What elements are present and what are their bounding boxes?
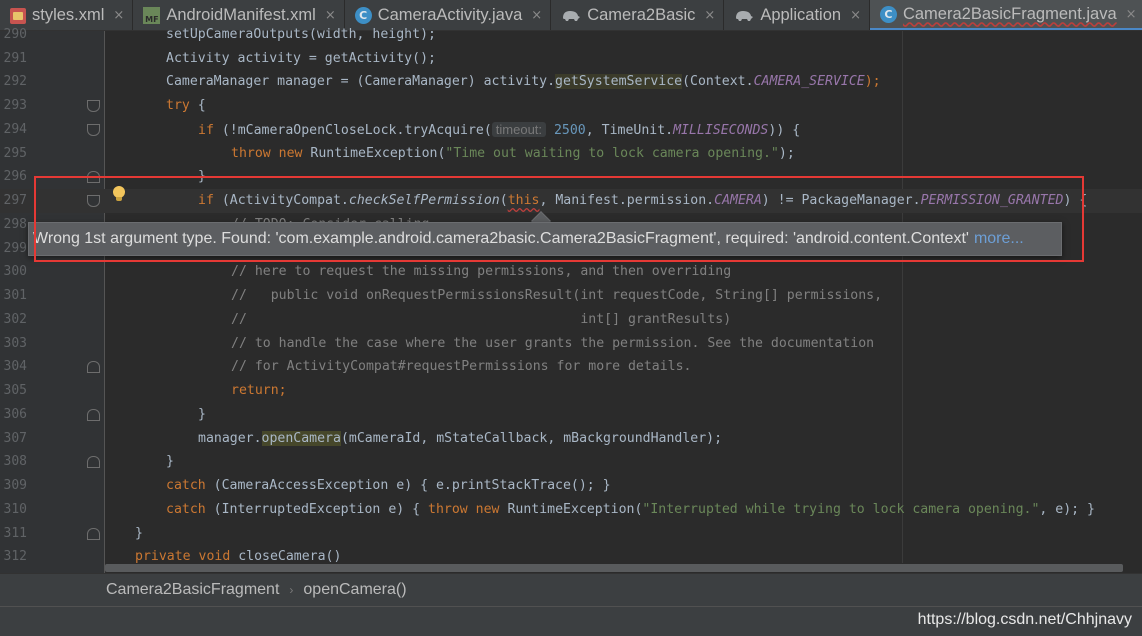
code-line[interactable]: 306 }: [0, 403, 1142, 427]
code-text[interactable]: // public void onRequestPermissionsResul…: [231, 284, 882, 308]
breadcrumb-item-class[interactable]: Camera2BasicFragment: [106, 581, 279, 598]
code-line[interactable]: 312 private void closeCamera(): [0, 545, 1142, 563]
line-number: 293: [3, 98, 27, 113]
code-line[interactable]: 308 }: [0, 450, 1142, 474]
code-line[interactable]: 304 // for ActivityCompat#requestPermiss…: [0, 355, 1142, 379]
code-text[interactable]: // int[] grantResults): [231, 308, 731, 332]
code-text[interactable]: return;: [231, 379, 287, 403]
code-text[interactable]: if (!mCameraOpenCloseLock.tryAcquire(tim…: [198, 118, 800, 143]
fold-marker-icon[interactable]: [87, 124, 100, 136]
code-text[interactable]: throw new RuntimeException("Time out wai…: [231, 142, 795, 166]
fold-marker-icon[interactable]: [87, 100, 100, 112]
code-text[interactable]: // here to request the missing permissio…: [231, 260, 731, 284]
line-number: 302: [3, 312, 27, 327]
code-text[interactable]: setUpCameraOutputs(width, height);: [166, 23, 436, 47]
line-number: 306: [3, 407, 27, 422]
code-line[interactable]: 300 // here to request the missing permi…: [0, 260, 1142, 284]
code-line[interactable]: 307 manager.openCamera(mCameraId, mState…: [0, 427, 1142, 451]
line-number: 304: [3, 359, 27, 374]
fold-marker-icon[interactable]: [87, 456, 100, 468]
code-text[interactable]: }: [135, 522, 143, 546]
line-number: 309: [3, 478, 27, 493]
code-text[interactable]: }: [166, 450, 174, 474]
line-number: 297: [3, 193, 27, 208]
code-text[interactable]: Activity activity = getActivity();: [166, 47, 436, 71]
line-number: 303: [3, 336, 27, 351]
code-text[interactable]: // to handle the case where the user gra…: [231, 332, 874, 356]
line-number: 298: [3, 217, 27, 232]
line-number: 301: [3, 288, 27, 303]
java-class-icon: C: [879, 5, 897, 23]
close-icon[interactable]: ×: [325, 8, 336, 23]
watermark-text: https://blog.csdn.net/Chhjnavy: [917, 611, 1132, 628]
code-line[interactable]: 301 // public void onRequestPermissionsR…: [0, 284, 1142, 308]
code-text[interactable]: manager.openCamera(mCameraId, mStateCall…: [198, 427, 722, 451]
line-number: 292: [3, 74, 27, 89]
close-icon[interactable]: ×: [113, 8, 124, 23]
code-text[interactable]: catch (CameraAccessException e) { e.prin…: [166, 474, 611, 498]
scrollbar-thumb[interactable]: [105, 564, 1123, 572]
code-line[interactable]: 295 throw new RuntimeException("Time out…: [0, 142, 1142, 166]
gradle-elephant-icon: [563, 10, 581, 21]
close-icon[interactable]: ×: [1126, 7, 1137, 22]
line-number: 307: [3, 431, 27, 446]
code-text[interactable]: // for ActivityCompat#requestPermissions…: [231, 355, 692, 379]
manifest-file-icon: MF: [143, 7, 161, 24]
line-number: 295: [3, 146, 27, 161]
code-line[interactable]: 305 return;: [0, 379, 1142, 403]
fold-marker-icon[interactable]: [87, 361, 100, 373]
horizontal-scrollbar[interactable]: [105, 563, 1142, 573]
breadcrumb-separator: ›: [289, 583, 294, 597]
line-number: 310: [3, 502, 27, 517]
code-text[interactable]: try {: [166, 94, 206, 118]
code-line[interactable]: 309 catch (CameraAccessException e) { e.…: [0, 474, 1142, 498]
code-text[interactable]: }: [198, 403, 206, 427]
close-icon[interactable]: ×: [704, 8, 715, 23]
close-icon[interactable]: ×: [850, 8, 861, 23]
code-line[interactable]: 310 catch (InterruptedException e) { thr…: [0, 498, 1142, 522]
breadcrumb: Camera2BasicFragment › openCamera(): [0, 573, 1142, 606]
line-number: 305: [3, 383, 27, 398]
xml-file-icon: [10, 7, 26, 24]
line-number: 296: [3, 169, 27, 184]
code-line[interactable]: 292 CameraManager manager = (CameraManag…: [0, 70, 1142, 94]
breadcrumb-item-method[interactable]: openCamera(): [303, 581, 406, 598]
code-line[interactable]: 303 // to handle the case where the user…: [0, 332, 1142, 356]
line-number: 312: [3, 549, 27, 563]
line-number: 291: [3, 51, 27, 66]
gradle-elephant-icon: [736, 10, 754, 21]
code-text[interactable]: private void closeCamera(): [135, 545, 341, 563]
java-class-icon: C: [354, 7, 372, 24]
code-line[interactable]: 294 if (!mCameraOpenCloseLock.tryAcquire…: [0, 118, 1142, 142]
tab-label: Camera2BasicFragment.java: [902, 4, 1117, 23]
fold-marker-icon[interactable]: [87, 528, 100, 540]
line-number: 300: [3, 264, 27, 279]
line-number: 311: [3, 526, 27, 541]
line-number: 308: [3, 454, 27, 469]
code-line[interactable]: 291 Activity activity = getActivity();: [0, 47, 1142, 71]
code-line[interactable]: 311 }: [0, 522, 1142, 546]
code-line[interactable]: 293 try {: [0, 94, 1142, 118]
code-line[interactable]: 302 // int[] grantResults): [0, 308, 1142, 332]
code-text[interactable]: catch (InterruptedException e) { throw n…: [166, 498, 1095, 522]
line-number: 299: [3, 241, 27, 256]
red-annotation-rectangle: [34, 176, 1084, 262]
code-line[interactable]: 290 setUpCameraOutputs(width, height);: [0, 23, 1142, 47]
parameter-hint: timeout:: [491, 122, 547, 137]
line-number: 290: [3, 27, 27, 42]
line-number: 294: [3, 122, 27, 137]
code-text[interactable]: CameraManager manager = (CameraManager) …: [166, 70, 881, 94]
close-icon[interactable]: ×: [531, 8, 542, 23]
fold-marker-icon[interactable]: [87, 409, 100, 421]
